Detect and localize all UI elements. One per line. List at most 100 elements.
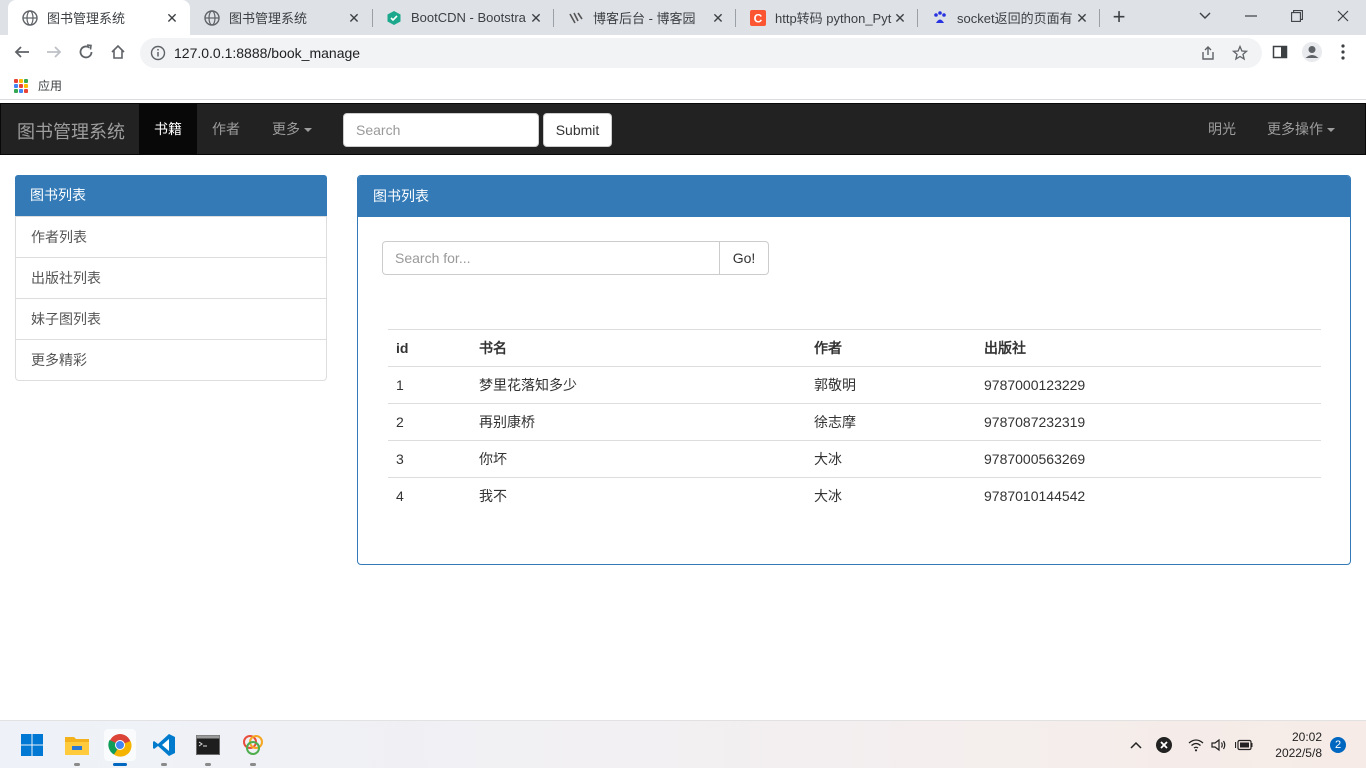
close-icon[interactable]: ✕ — [892, 10, 908, 26]
taskbar: 20:02 2022/5/8 2 — [0, 720, 1366, 768]
app-icon[interactable] — [237, 729, 269, 766]
share-icon[interactable] — [1200, 45, 1216, 61]
tray-app-icon[interactable] — [1154, 735, 1174, 755]
tab-4[interactable]: C http转码 python_Pyt ✕ — [736, 0, 918, 35]
navbar-brand[interactable]: 图书管理系统 — [17, 118, 125, 144]
chrome-icon[interactable] — [104, 729, 136, 766]
nav-item-user[interactable]: 明光 — [1193, 104, 1251, 154]
nav-item-more-dropdown[interactable]: 更多 — [255, 104, 329, 154]
nav-item-label: 作者 — [212, 121, 240, 137]
close-icon[interactable]: ✕ — [164, 10, 180, 26]
tab-title: BootCDN - Bootstra — [411, 10, 526, 25]
tab-0[interactable]: 图书管理系统 ✕ — [8, 0, 190, 35]
chevron-up-icon[interactable] — [1126, 735, 1146, 755]
forward-arrow-icon[interactable] — [42, 40, 66, 64]
svg-text:C: C — [754, 11, 763, 25]
close-window-icon[interactable] — [1320, 0, 1366, 32]
new-tab-button[interactable]: + — [1108, 6, 1130, 28]
globe-icon — [204, 9, 220, 26]
tab-title: 图书管理系统 — [47, 11, 126, 26]
close-icon[interactable]: ✕ — [710, 10, 726, 26]
url-text: 127.0.0.1:8888/book_manage — [174, 45, 361, 61]
star-icon[interactable] — [1231, 44, 1249, 61]
volume-icon[interactable] — [1209, 735, 1229, 755]
book-search-input[interactable] — [382, 241, 720, 275]
apps-label: 应用 — [38, 79, 63, 93]
tab-search-icon[interactable] — [1182, 0, 1228, 32]
cell-id: 2 — [388, 403, 471, 441]
info-icon[interactable] — [150, 45, 166, 61]
column-header-id: id — [388, 329, 471, 367]
cell-title: 我不 — [471, 477, 806, 515]
sidebar-heading[interactable]: 图书列表 — [15, 175, 327, 216]
nav-item-label: 书籍 — [154, 121, 182, 137]
column-header-author: 作者 — [806, 329, 976, 367]
terminal-icon[interactable] — [192, 729, 224, 766]
sidebar-item-publishers[interactable]: 出版社列表 — [16, 257, 326, 298]
cell-title: 再别康桥 — [471, 403, 806, 441]
sidebar-item-more[interactable]: 更多精彩 — [16, 339, 326, 380]
windows-start-icon[interactable] — [16, 729, 48, 761]
tab-5[interactable]: socket返回的页面有… ✕ — [918, 0, 1100, 35]
table-row: 1 梦里花落知多少 郭敬明 9787000123229 — [388, 366, 1321, 404]
panel-title: 图书列表 — [358, 176, 1350, 217]
nav-item-label: 明光 — [1208, 121, 1236, 137]
tab-2[interactable]: BootCDN - Bootstra ✕ — [372, 0, 554, 35]
table-row: 4 我不 大冰 9787010144542 — [388, 477, 1321, 515]
tab-separator — [1099, 9, 1100, 27]
cell-id: 4 — [388, 477, 471, 515]
nav-item-more-actions-dropdown[interactable]: 更多操作 — [1251, 104, 1351, 154]
sidebar-item-pictures[interactable]: 妹子图列表 — [16, 298, 326, 339]
notification-badge[interactable]: 2 — [1330, 737, 1346, 753]
system-clock[interactable]: 20:02 2022/5/8 — [1262, 729, 1322, 761]
table-row: 2 再别康桥 徐志摩 9787087232319 — [388, 403, 1321, 441]
restore-icon[interactable] — [1274, 0, 1320, 32]
book-list-panel: 图书列表 Go! id 书名 作者 出版社 1 梦里花落知多少 郭敬明 9787… — [357, 175, 1351, 565]
back-arrow-icon[interactable] — [10, 40, 34, 64]
vscode-icon[interactable] — [148, 729, 180, 766]
close-icon[interactable]: ✕ — [528, 10, 544, 26]
sidebar-item-authors[interactable]: 作者列表 — [16, 216, 326, 257]
nav-item-authors[interactable]: 作者 — [197, 104, 255, 154]
close-icon[interactable]: ✕ — [346, 10, 362, 26]
column-header-publisher: 出版社 — [976, 329, 1321, 367]
cell-title: 你坏 — [471, 440, 806, 478]
file-explorer-icon[interactable] — [61, 729, 93, 766]
close-icon[interactable]: ✕ — [1074, 10, 1090, 26]
home-icon[interactable] — [106, 40, 130, 64]
column-header-title: 书名 — [471, 329, 806, 367]
cell-publisher: 9787087232319 — [976, 403, 1321, 441]
minimize-icon[interactable] — [1228, 0, 1274, 32]
apps-shortcut[interactable]: 应用 — [14, 77, 62, 94]
tab-3[interactable]: 博客后台 - 博客园 ✕ — [554, 0, 736, 35]
address-bar[interactable]: 127.0.0.1:8888/book_manage — [140, 38, 1262, 68]
battery-icon[interactable] — [1234, 735, 1254, 755]
clock-time: 20:02 — [1291, 730, 1322, 744]
book-table: id 书名 作者 出版社 1 梦里花落知多少 郭敬明 9787000123229… — [388, 329, 1321, 515]
navbar-submit-button[interactable]: Submit — [543, 113, 612, 147]
side-panel-icon[interactable] — [1268, 40, 1292, 64]
cell-author: 徐志摩 — [806, 403, 976, 441]
go-button[interactable]: Go! — [720, 241, 769, 275]
table-row: 3 你坏 大冰 9787000563269 — [388, 440, 1321, 478]
cell-author: 大冰 — [806, 477, 976, 515]
profile-avatar-icon[interactable] — [1300, 40, 1324, 64]
cell-id: 1 — [388, 366, 471, 404]
navbar: 图书管理系统 书籍 作者 更多 Submit 明光 更多操作 — [0, 103, 1366, 155]
caret-down-icon — [304, 128, 312, 133]
cell-title: 梦里花落知多少 — [471, 366, 806, 404]
nav-item-label: 更多 — [272, 121, 300, 137]
bootcdn-icon — [386, 10, 402, 26]
cnblogs-icon — [568, 10, 584, 26]
menu-dots-icon[interactable] — [1331, 40, 1355, 64]
cell-publisher: 9787010144542 — [976, 477, 1321, 515]
tab-title: socket返回的页面有… — [957, 11, 1074, 26]
tab-title: 图书管理系统 — [229, 11, 308, 26]
reload-icon[interactable] — [74, 40, 98, 64]
wifi-icon[interactable] — [1186, 735, 1206, 755]
navbar-search-input[interactable] — [343, 113, 539, 147]
nav-item-books[interactable]: 书籍 — [139, 104, 197, 154]
cell-publisher: 9787000563269 — [976, 440, 1321, 478]
tab-1[interactable]: 图书管理系统 ✕ — [190, 0, 372, 35]
bookmarks-bar: 应用 — [0, 70, 1366, 100]
